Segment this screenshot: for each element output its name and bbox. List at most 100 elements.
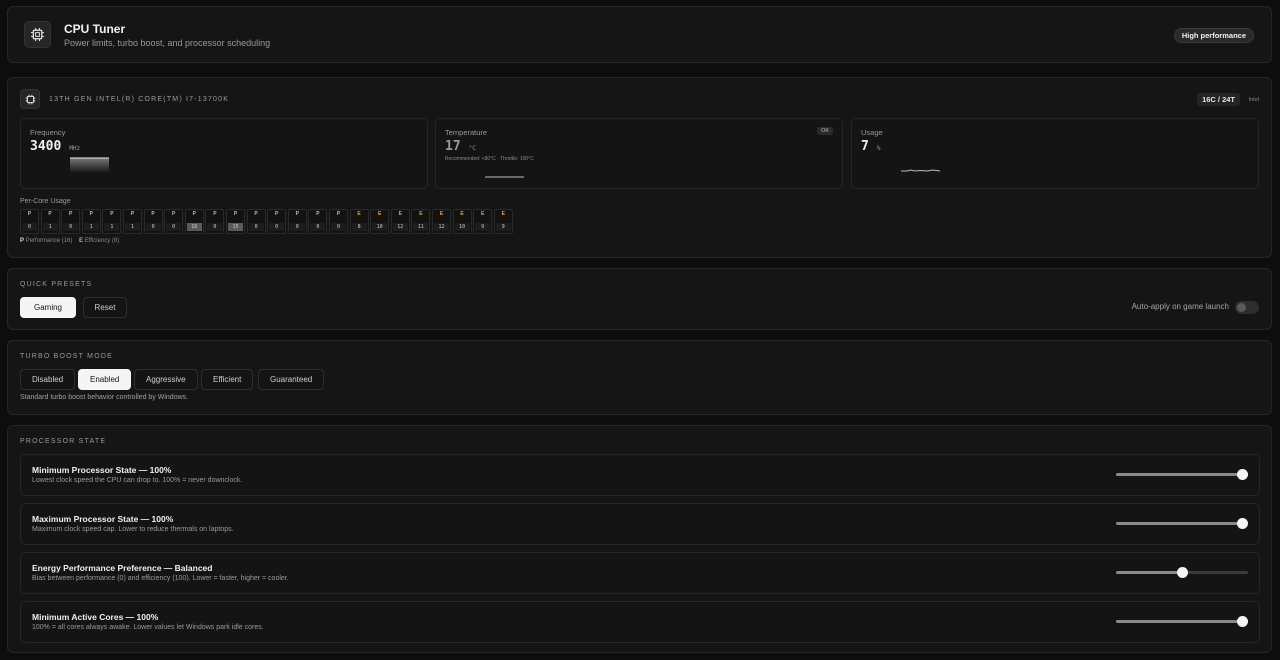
power-plan-badge: High performance: [1173, 28, 1254, 43]
core-type: E: [439, 211, 444, 217]
core-usage-value: 10: [454, 223, 470, 231]
core-cell: P1: [81, 209, 101, 234]
setting-description: 100% = all cores always awake. Lower val…: [32, 624, 264, 631]
preset-gaming-button[interactable]: Gaming: [20, 297, 76, 318]
core-cell: P1: [102, 209, 122, 234]
toggle-knob: [1237, 303, 1246, 312]
min-processor-state-row: Minimum Processor State — 100% Lowest cl…: [20, 454, 1260, 496]
core-usage-value: 15: [228, 223, 243, 231]
core-type: P: [275, 211, 279, 217]
core-cell: P1: [123, 209, 142, 234]
per-core-label: Per-Core Usage: [20, 198, 71, 205]
core-type: P: [192, 211, 196, 217]
quick-presets-heading: QUICK PRESETS: [20, 281, 93, 288]
core-usage-value: 0: [207, 223, 223, 231]
core-cell: P 15: [226, 209, 245, 234]
turbo-option-disabled[interactable]: Disabled: [20, 369, 76, 390]
core-usage-value: 9: [475, 223, 491, 231]
header-panel: CPU Tuner Power limits, turbo boost, and…: [7, 6, 1272, 63]
core-usage-value: 1: [42, 223, 58, 231]
core-type: P: [130, 211, 135, 217]
frequency-sparkline: [70, 157, 109, 172]
core-usage-value: 0: [269, 223, 285, 231]
core-legend: P Performance (16) E Efficiency (8): [20, 238, 120, 244]
core-usage-value: 16: [186, 223, 202, 231]
turbo-option-efficient[interactable]: Efficient: [201, 369, 254, 390]
turbo-boost-panel: TURBO BOOST MODE Disabled Enabled Aggres…: [7, 340, 1272, 415]
energy-performance-row: Energy Performance Preference — Balanced…: [20, 552, 1260, 594]
auto-apply-label: Auto-apply on game launch: [1131, 302, 1229, 311]
core-type: E: [398, 211, 402, 217]
core-cell: P 16: [184, 209, 204, 234]
core-usage-value: 8: [351, 223, 367, 231]
core-cell: E 10: [370, 209, 390, 234]
usage-label: Usage: [861, 128, 883, 137]
core-type: P: [316, 211, 320, 217]
slider-thumb[interactable]: [1177, 567, 1188, 578]
turbo-option-guaranteed[interactable]: Guaranteed: [258, 369, 325, 390]
core-usage-value: 1: [104, 223, 120, 231]
setting-title: Maximum Processor State — 100%: [32, 514, 174, 524]
usage-sparkline: [901, 169, 941, 172]
min-active-cores-slider[interactable]: [1116, 616, 1248, 627]
turbo-boost-heading: TURBO BOOST MODE: [20, 353, 113, 360]
core-type: P: [110, 211, 114, 217]
core-type: E: [357, 211, 361, 217]
turbo-option-aggressive[interactable]: Aggressive: [134, 369, 198, 390]
core-type: P: [254, 211, 258, 217]
temperature-card: Temperature OK 17 °C Recommended: <80°C ·…: [435, 118, 843, 189]
turbo-option-enabled[interactable]: Enabled: [78, 369, 132, 390]
core-usage-value: 1: [125, 223, 140, 231]
core-cell: P0: [246, 209, 266, 234]
core-cell: P0: [61, 209, 81, 234]
frequency-label: Frequency: [30, 128, 66, 137]
core-usage-value: 0: [331, 223, 346, 231]
page-subtitle: Power limits, turbo boost, and processor…: [64, 38, 271, 48]
core-type: P: [172, 211, 176, 217]
setting-description: Maximum clock speed cap. Lower to reduce…: [32, 526, 234, 533]
slider-thumb[interactable]: [1237, 518, 1248, 529]
temperature-hint: Recommended: <80°C · Throttle: 100°C: [445, 156, 534, 162]
core-type: P: [89, 211, 93, 217]
energy-performance-slider[interactable]: [1116, 567, 1248, 578]
usage-value: 7%: [861, 139, 881, 154]
usage-card: Usage 7%: [851, 118, 1259, 189]
core-usage-value: 9: [495, 223, 511, 231]
core-usage-value: 0: [248, 223, 264, 231]
core-type: E: [481, 211, 485, 217]
core-cell: E8: [349, 209, 369, 234]
core-type: P: [295, 211, 299, 217]
core-type: P: [27, 211, 32, 217]
core-type: P: [233, 211, 238, 217]
core-cell: P0: [164, 209, 184, 234]
slider-thumb[interactable]: [1237, 616, 1248, 627]
auto-apply-toggle[interactable]: [1235, 301, 1259, 314]
min-processor-state-slider[interactable]: [1116, 469, 1248, 480]
core-cell: E 12: [390, 209, 410, 234]
core-cell: E 12: [432, 209, 451, 234]
core-usage-value: 0: [310, 223, 326, 231]
cpu-vendor: Intel: [1248, 97, 1259, 103]
frequency-value: 3400 MHz: [30, 139, 81, 154]
core-type: P: [213, 211, 217, 217]
cpu-icon: [24, 21, 51, 48]
temperature-value: 17 °C: [445, 139, 476, 154]
preset-reset-button[interactable]: Reset: [83, 297, 127, 318]
core-thread-badge: 16C / 24T: [1197, 93, 1240, 106]
processor-state-heading: PROCESSOR STATE: [20, 438, 107, 445]
cpu-info-panel: 13TH GEN INTEL(R) CORE(TM) I7-13700K 16C…: [7, 77, 1272, 258]
core-cell: P0: [143, 209, 163, 234]
core-type: P: [69, 211, 73, 217]
core-type: P: [151, 211, 155, 217]
core-usage-value: 0: [145, 223, 161, 231]
turbo-description: Standard turbo boost behavior controlled…: [20, 394, 189, 401]
core-cell: P0: [308, 209, 328, 234]
max-processor-state-slider[interactable]: [1116, 518, 1248, 529]
core-cell: P0: [287, 209, 307, 234]
core-cell: E 10: [452, 209, 472, 234]
core-usage-value: 0: [22, 223, 37, 231]
slider-thumb[interactable]: [1237, 469, 1248, 480]
core-type: E: [419, 211, 423, 217]
setting-title: Minimum Active Cores — 100%: [32, 612, 159, 622]
page-title: CPU Tuner: [64, 22, 126, 36]
